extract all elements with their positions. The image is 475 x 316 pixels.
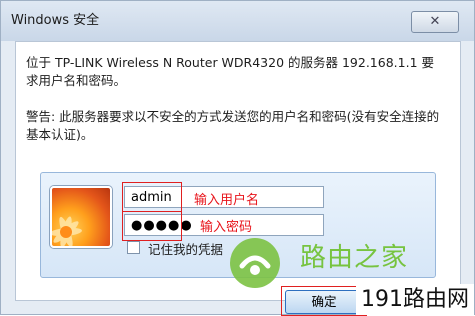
watermark-logo-icon xyxy=(230,238,280,288)
close-button[interactable]: ✕ xyxy=(411,11,459,33)
username-highlight xyxy=(122,182,182,212)
remember-checkbox[interactable] xyxy=(127,241,140,254)
watermark-text: 路由之家 xyxy=(300,243,409,273)
warning-message: 警告: 此服务器要求以不安全的方式发送您的用户名和密码(没有安全连接的基本认证)… xyxy=(26,109,440,142)
site-badge: 191路由网 xyxy=(356,284,474,315)
password-highlight xyxy=(122,211,182,241)
password-hint: 输入密码 xyxy=(200,220,253,235)
server-message: 位于 TP-LINK Wireless N Router WDR4320 的服务… xyxy=(26,55,434,88)
user-avatar xyxy=(50,186,112,248)
flower-icon xyxy=(52,216,82,246)
dialog-title: Windows 安全 xyxy=(11,13,100,28)
username-hint: 输入用户名 xyxy=(194,193,260,208)
remember-label[interactable]: 记住我的凭据 xyxy=(148,239,223,258)
close-icon: ✕ xyxy=(429,14,441,29)
title-bar: Windows 安全 ✕ xyxy=(1,1,474,41)
ok-highlight xyxy=(281,286,367,316)
